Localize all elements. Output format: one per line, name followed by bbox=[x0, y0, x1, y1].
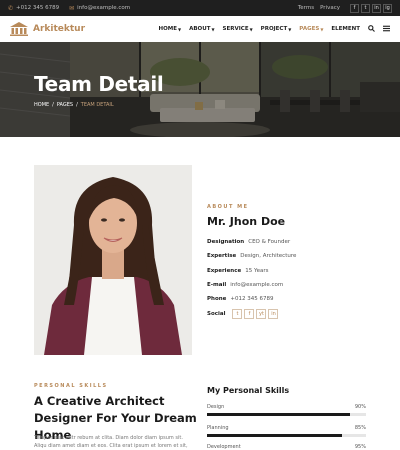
facebook-icon[interactable]: f bbox=[350, 3, 359, 13]
skill-design: Design 90% bbox=[207, 404, 366, 416]
menu-item-project[interactable]: PROJECT ▼ bbox=[261, 26, 292, 32]
breadcrumb-separator: / bbox=[52, 102, 54, 108]
profile-social-links: t f yt in bbox=[232, 308, 279, 319]
youtube-icon[interactable]: yt bbox=[256, 308, 267, 319]
topbar-email-text: info@example.com bbox=[77, 5, 131, 11]
menu-label: ELEMENT bbox=[331, 26, 360, 32]
menu-label: SERVICE bbox=[222, 26, 249, 32]
skill-name: Planning bbox=[207, 425, 229, 431]
designation-key: Designation bbox=[207, 239, 245, 246]
breadcrumb-home[interactable]: HOME bbox=[34, 102, 49, 108]
chevron-down-icon: ▼ bbox=[249, 26, 253, 32]
phone-value[interactable]: +012 345 6789 bbox=[230, 296, 273, 302]
topbar-contact: ✆ +012 345 6789 ✉ info@example.com bbox=[8, 5, 130, 12]
expertise-row: Expertise Design, Architecture bbox=[207, 249, 377, 263]
profile-info: ABOUT ME Mr. Jhon Doe Designation CEO & … bbox=[207, 204, 377, 321]
designation-row: Designation CEO & Founder bbox=[207, 235, 377, 249]
building-logo-icon bbox=[10, 22, 28, 36]
menu-item-pages[interactable]: PAGES ▼ bbox=[299, 26, 323, 32]
experience-key: Experience bbox=[207, 267, 242, 274]
topbar-social: f t in ig bbox=[350, 3, 392, 13]
designation-value: CEO & Founder bbox=[248, 239, 291, 246]
experience-value: 15 Years bbox=[245, 267, 269, 274]
personal-skills-label: PERSONAL SKILLS bbox=[34, 383, 108, 389]
email-row: E-mail info@example.com bbox=[207, 278, 377, 292]
skill-bar-fill bbox=[207, 413, 351, 416]
breadcrumb-current: TEAM DETAIL bbox=[80, 102, 114, 108]
search-icon[interactable] bbox=[368, 24, 375, 34]
twitter-icon[interactable]: t bbox=[361, 3, 370, 13]
page-title: Team Detail bbox=[34, 72, 164, 96]
main-navbar: Arkitektur HOME ▼ ABOUT ▼ SERVICE ▼ PROJECT… bbox=[0, 16, 400, 42]
page-hero: Team Detail HOME / PAGES / TEAM DETAIL bbox=[0, 42, 400, 137]
skill-bar-fill bbox=[207, 434, 343, 437]
chevron-down-icon: ▼ bbox=[178, 26, 182, 32]
phone-key: Phone bbox=[207, 296, 227, 303]
chevron-down-icon: ▼ bbox=[211, 26, 215, 32]
skill-percent: 85% bbox=[354, 425, 366, 431]
menu-item-service[interactable]: SERVICE ▼ bbox=[223, 26, 253, 32]
facebook-icon[interactable]: f bbox=[244, 308, 255, 319]
hamburger-menu-icon[interactable] bbox=[383, 25, 390, 34]
menu-item-element[interactable]: ELEMENT bbox=[331, 26, 360, 32]
skill-bar-track bbox=[207, 434, 366, 437]
email-value[interactable]: info@example.com bbox=[230, 282, 283, 288]
twitter-icon[interactable]: t bbox=[232, 308, 243, 319]
topbar-phone-text: +012 345 6789 bbox=[16, 5, 60, 11]
skill-planning: Planning 85% bbox=[207, 425, 366, 437]
skill-bar-track bbox=[207, 413, 366, 416]
team-member-photo bbox=[34, 165, 192, 355]
breadcrumb: HOME / PAGES / TEAM DETAIL bbox=[34, 102, 114, 108]
main-menu: HOME ▼ ABOUT ▼ SERVICE ▼ PROJECT ▼ PAGES ▼ EL… bbox=[159, 24, 390, 34]
breadcrumb-pages[interactable]: PAGES bbox=[57, 102, 73, 108]
privacy-link[interactable]: Privacy bbox=[320, 5, 340, 11]
chevron-down-icon: ▼ bbox=[288, 26, 292, 32]
brand-logo[interactable]: Arkitektur bbox=[10, 22, 85, 36]
menu-label: PAGES bbox=[299, 26, 320, 32]
skill-name: Design bbox=[207, 404, 225, 410]
portrait-image bbox=[34, 165, 192, 355]
menu-item-home[interactable]: HOME ▼ bbox=[159, 26, 182, 32]
envelope-icon: ✉ bbox=[69, 4, 75, 12]
menu-item-about[interactable]: ABOUT ▼ bbox=[189, 26, 214, 32]
menu-label: HOME bbox=[158, 26, 178, 32]
linkedin-icon[interactable]: in bbox=[268, 308, 279, 319]
about-me-label: ABOUT ME bbox=[207, 204, 249, 210]
skill-name: Development bbox=[207, 444, 241, 450]
breadcrumb-separator: / bbox=[76, 102, 78, 108]
phone-row: Phone +012 345 6789 bbox=[207, 292, 377, 306]
skill-percent: 90% bbox=[354, 404, 366, 410]
social-key: Social bbox=[207, 310, 226, 317]
expertise-key: Expertise bbox=[207, 253, 237, 260]
skill-percent: 95% bbox=[354, 444, 366, 450]
expertise-value: Design, Architecture bbox=[240, 253, 297, 260]
menu-label: PROJECT bbox=[260, 26, 288, 32]
terms-link[interactable]: Terms bbox=[298, 5, 314, 11]
topbar-email[interactable]: ✉ info@example.com bbox=[69, 5, 130, 12]
experience-row: Experience 15 Years bbox=[207, 264, 377, 278]
top-bar: ✆ +012 345 6789 ✉ info@example.com Terms… bbox=[0, 0, 400, 16]
social-row: Social t f yt in bbox=[207, 306, 377, 320]
chevron-down-icon: ▼ bbox=[320, 26, 324, 32]
email-key: E-mail bbox=[207, 282, 227, 289]
brand-name: Arkitektur bbox=[33, 24, 86, 34]
topbar-phone[interactable]: ✆ +012 345 6789 bbox=[8, 5, 59, 12]
profile-details: Designation CEO & Founder Expertise Desi… bbox=[207, 235, 377, 321]
instagram-icon[interactable]: ig bbox=[383, 3, 392, 13]
linkedin-icon[interactable]: in bbox=[372, 3, 381, 13]
phone-icon: ✆ bbox=[8, 4, 14, 12]
menu-label: ABOUT bbox=[189, 26, 211, 32]
personal-skills-text: Tempor erat elitr rebum at clita. Diam d… bbox=[34, 435, 188, 449]
skill-development: Development 95% bbox=[207, 444, 366, 450]
member-name: Mr. Jhon Doe bbox=[207, 215, 286, 228]
skills-heading: My Personal Skills bbox=[207, 386, 290, 395]
